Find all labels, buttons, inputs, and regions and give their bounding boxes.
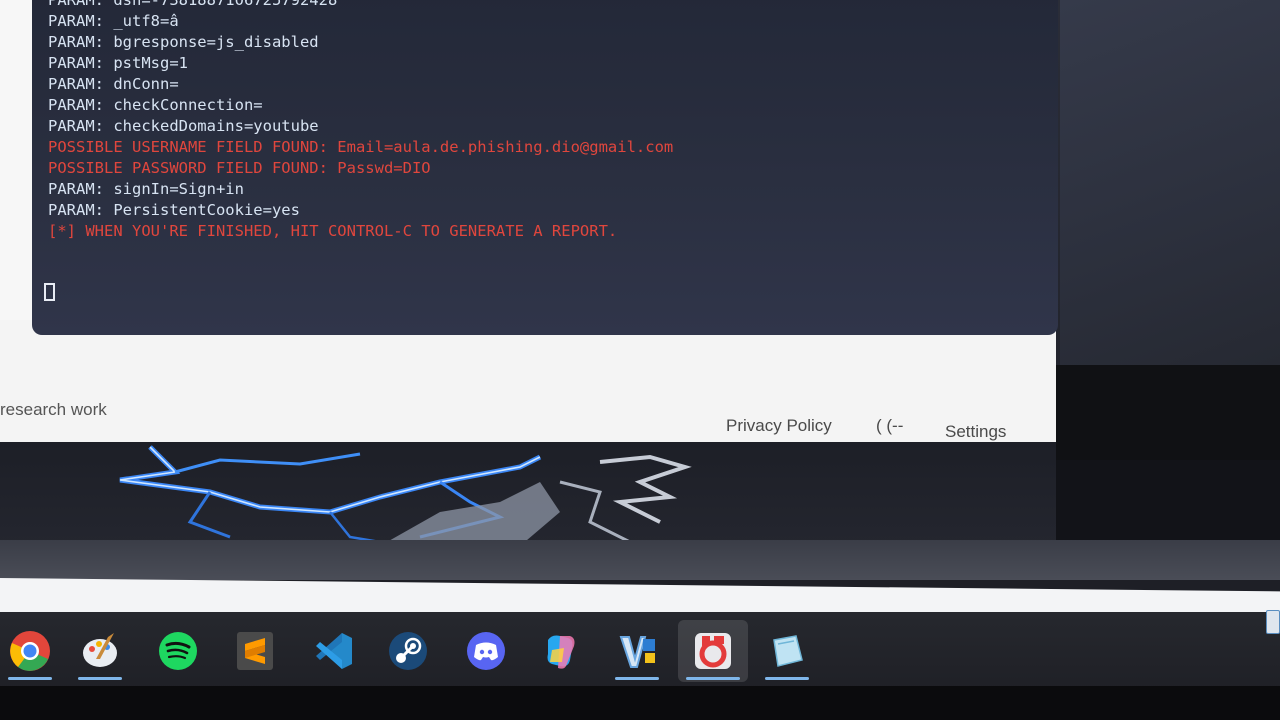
terminal-window[interactable]: PARAM: dsh=-7381887106725792428 PARAM: _u… (32, 0, 1058, 335)
taskbar-steam[interactable] (378, 620, 438, 682)
terminal-line: PARAM: signIn=Sign+in (48, 180, 244, 198)
wallpaper-dark-strip (1056, 460, 1280, 550)
wallpaper-panel (1060, 0, 1280, 365)
monitor-bezel (0, 686, 1280, 720)
terminal-line: PARAM: _utf8=â (48, 12, 179, 30)
vscode-icon (316, 633, 352, 669)
taskbar-spotify[interactable] (148, 620, 208, 682)
terminal-line: PARAM: checkConnection= (48, 96, 263, 114)
taskbar-paint[interactable] (70, 620, 130, 682)
notes-indicator (765, 677, 809, 680)
kali-indicator (686, 677, 740, 680)
terminal-alert-line: POSSIBLE USERNAME FIELD FOUND: Email=aul… (48, 138, 674, 156)
spotify-icon (159, 632, 197, 670)
tray-icon[interactable] (1266, 610, 1280, 634)
copilot-icon (547, 635, 575, 669)
terminal-line: PARAM: pstMsg=1 (48, 54, 188, 72)
taskbar-discord[interactable] (456, 620, 516, 682)
terminal-alert-line: POSSIBLE PASSWORD FIELD FOUND: Passwd=DI… (48, 159, 431, 177)
paint-indicator (78, 677, 122, 680)
terminal-alert-line: [*] WHEN YOU'RE FINISHED, HIT CONTROL-C … (48, 222, 618, 240)
discord-icon (467, 632, 505, 670)
terms-link[interactable]: ( (-- (876, 416, 903, 436)
kali-icon (695, 633, 731, 669)
terminal-line: PARAM: PersistentCookie=yes (48, 201, 300, 219)
privacy-policy-link[interactable]: Privacy Policy (726, 416, 832, 436)
terminal-cursor (44, 283, 55, 301)
chrome-indicator (8, 677, 52, 680)
footer-research-text: research work (0, 400, 107, 419)
terminal-line: PARAM: checkedDomains=youtube (48, 117, 319, 135)
settings-link[interactable]: Settings (945, 422, 1006, 442)
taskbar-kali[interactable] (678, 620, 748, 682)
lightning-wallpaper (0, 442, 1056, 547)
lightning-graphic (119, 445, 692, 546)
taskbar-chrome[interactable] (0, 620, 60, 682)
taskbar-virtualbox[interactable] (607, 620, 667, 682)
taskbar-notes[interactable] (757, 620, 817, 682)
browser-page-edge (0, 0, 34, 320)
sublime-text-icon (237, 632, 273, 670)
window-edge-band (0, 540, 1280, 580)
terminal-line: PARAM: dnConn= (48, 75, 179, 93)
taskbar-copilot[interactable] (531, 620, 591, 682)
terminal-line: PARAM: bgresponse=js_disabled (48, 33, 319, 51)
chrome-icon (10, 631, 50, 671)
taskbar-vscode[interactable] (303, 620, 363, 682)
desktop: research work Privacy Policy ( (-- Setti… (0, 0, 1280, 720)
paint-icon (83, 633, 117, 667)
steam-icon (389, 632, 427, 670)
taskbar-sublime[interactable] (225, 620, 285, 682)
terminal-output: PARAM: dsh=-7381887106725792428 PARAM: _u… (48, 0, 1058, 242)
virtualbox-indicator (615, 677, 659, 680)
virtualbox-icon (619, 636, 655, 668)
terminal-line: PARAM: dsh=-7381887106725792428 (48, 0, 338, 9)
notes-icon (773, 635, 803, 667)
